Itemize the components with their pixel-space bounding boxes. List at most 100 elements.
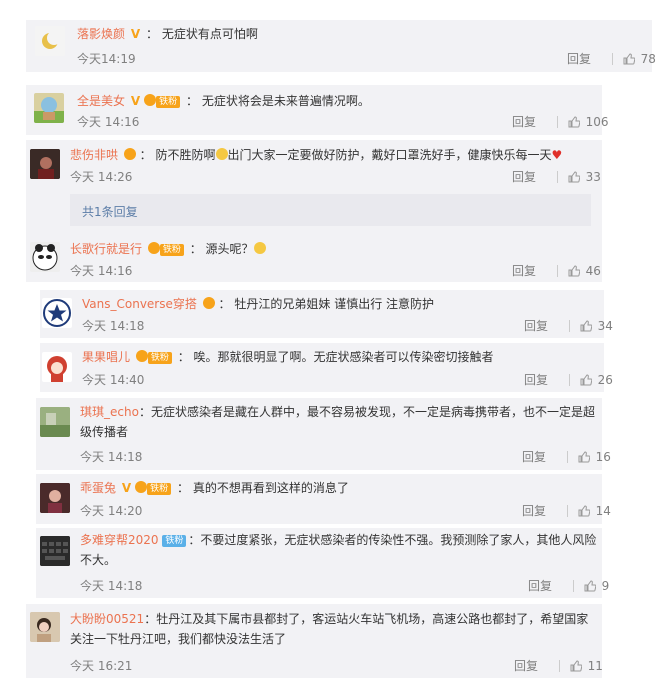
like-count: 11	[587, 659, 603, 673]
fan-badge: 铁粉	[159, 244, 184, 256]
colon: ：	[176, 481, 189, 495]
user-avatar[interactable]	[42, 352, 72, 382]
like-button[interactable]: 11	[553, 659, 603, 673]
comment-card: 长歌行就是行 铁粉 ： 源头呢？ 今天 14:16 回复 46	[26, 234, 602, 282]
colon: ：	[138, 405, 151, 419]
reply-button[interactable]: 回复	[512, 170, 536, 184]
thumb-up-icon	[623, 53, 635, 65]
fan-badge: 铁粉	[162, 535, 187, 547]
comment-time: 今天 14:26	[70, 170, 133, 184]
colon: ：	[218, 297, 231, 311]
comment-text-continued: 不大。	[80, 553, 117, 567]
reply-button[interactable]: 回复	[512, 264, 536, 278]
divider	[557, 171, 558, 183]
comment-time: 今天 14:18	[82, 319, 145, 333]
thumb-up-icon	[578, 451, 590, 463]
portrait-avatar-icon	[30, 612, 60, 642]
more-replies-box: 共1条回复	[70, 194, 591, 226]
reply-button[interactable]: 回复	[528, 579, 552, 593]
comment-card: Vans_Converse穿搭 ： 牡丹江的兄弟姐妹 谨慎出行 注意防护 今天 …	[40, 290, 613, 338]
username[interactable]: Vans_Converse穿搭	[82, 297, 197, 311]
username[interactable]: 悲伤非哄	[70, 148, 118, 162]
reply-button[interactable]: 回复	[522, 504, 546, 518]
more-replies-link[interactable]: 共1条回复	[82, 203, 138, 220]
divider	[569, 374, 570, 386]
username[interactable]: 落影焕颜	[77, 27, 125, 41]
username[interactable]: 乖蛋兔	[80, 481, 116, 495]
like-button[interactable]: 9	[567, 579, 609, 593]
user-avatar[interactable]	[40, 483, 70, 513]
divider	[557, 116, 558, 128]
user-avatar[interactable]	[34, 93, 64, 123]
colon: ：	[189, 242, 202, 256]
comment-card: 落影焕颜 V ： 无症状有点可怕啊 今天14:19 回复 78	[26, 20, 656, 72]
verified-v-icon: V	[121, 481, 132, 495]
username[interactable]: 全是美女	[77, 94, 125, 108]
reply-button[interactable]: 回复	[512, 115, 536, 129]
like-button[interactable]: 26	[563, 373, 613, 387]
comment-card: 悲伤非哄 ： 防不胜防啊 出门大家一定要做好防护，戴好口罩洗好手，健康快乐每一天♥…	[26, 140, 602, 234]
comment-time: 今天 14:40	[82, 373, 145, 387]
grin-emoji-icon	[215, 148, 228, 160]
thumb-up-icon	[568, 171, 580, 183]
like-count: 16	[595, 450, 611, 464]
reply-button[interactable]: 回复	[514, 659, 538, 673]
user-avatar[interactable]	[35, 26, 65, 56]
colon: ：	[188, 533, 201, 547]
comment-text: 真的不想再看到这样的消息了	[192, 481, 349, 495]
divider	[567, 451, 568, 463]
like-button[interactable]: 16	[561, 450, 611, 464]
thinking-emoji-icon	[253, 242, 266, 254]
user-avatar[interactable]	[42, 298, 72, 328]
user-avatar[interactable]	[40, 407, 70, 437]
like-button[interactable]: 106	[551, 115, 609, 129]
comment-text-continued: 级传播者	[80, 425, 129, 439]
divider	[612, 53, 613, 65]
verified-v-icon: V	[130, 94, 141, 108]
like-button[interactable]: 34	[563, 319, 613, 333]
user-avatar[interactable]	[30, 612, 60, 642]
like-button[interactable]: 14	[561, 504, 611, 518]
comment-text: 无症状将会是未来普遍情况啊。	[201, 94, 370, 108]
like-button[interactable]: 33	[551, 170, 601, 184]
comment-card: 多难穿帮2020 铁粉 ：不要过度紧张，无症状感染者的传染性不强。我预测除了家人，…	[36, 528, 609, 598]
comment-time: 今天 14:18	[80, 579, 143, 593]
username[interactable]: 多难穿帮2020	[80, 533, 159, 547]
comment-text: 牡丹江及其下属市县都封了，客运站火车站飞机场，高速公路也都封了，希望国家	[156, 612, 589, 626]
comment-time: 今天14:19	[77, 52, 136, 66]
like-count: 46	[585, 264, 601, 278]
like-button[interactable]: 46	[551, 264, 601, 278]
divider	[557, 265, 558, 277]
cartoon-girl-avatar-icon	[47, 356, 67, 382]
like-count: 78	[640, 52, 656, 66]
thumb-up-icon	[570, 660, 582, 672]
reply-button[interactable]: 回复	[567, 52, 591, 66]
colon: ：	[145, 27, 158, 41]
username[interactable]: 长歌行就是行	[70, 242, 142, 256]
moon-icon	[42, 31, 61, 49]
comment-card: 果果唱儿 铁粉 ： 唉。那就很明显了啊。无症状感染者可以传染密切接触者 今天 1…	[40, 343, 613, 392]
user-avatar[interactable]	[30, 242, 60, 272]
username[interactable]: 果果唱儿	[82, 350, 130, 364]
user-avatar[interactable]	[30, 149, 60, 179]
star-logo-icon	[43, 299, 71, 327]
divider	[559, 660, 560, 672]
colon: ：	[144, 612, 157, 626]
username[interactable]: 大盼盼00521	[70, 612, 144, 626]
user-avatar[interactable]	[40, 536, 70, 566]
portrait-avatar-icon	[30, 149, 60, 179]
like-count: 26	[597, 373, 613, 387]
panda-avatar-icon	[32, 244, 58, 271]
photo-avatar-icon	[40, 407, 70, 437]
thumb-up-icon	[580, 374, 592, 386]
username[interactable]: 琪琪_echo	[80, 405, 139, 419]
cartoon-avatar-icon	[34, 97, 64, 123]
divider	[567, 505, 568, 517]
reply-button[interactable]: 回复	[524, 373, 548, 387]
colon: ：	[177, 350, 190, 364]
comment-time: 今天 14:20	[80, 504, 143, 518]
comment-text: 唉。那就很明显了啊。无症状感染者可以传染密切接触者	[193, 350, 494, 364]
reply-button[interactable]: 回复	[522, 450, 546, 464]
like-button[interactable]: 78	[606, 52, 656, 66]
reply-button[interactable]: 回复	[524, 319, 548, 333]
